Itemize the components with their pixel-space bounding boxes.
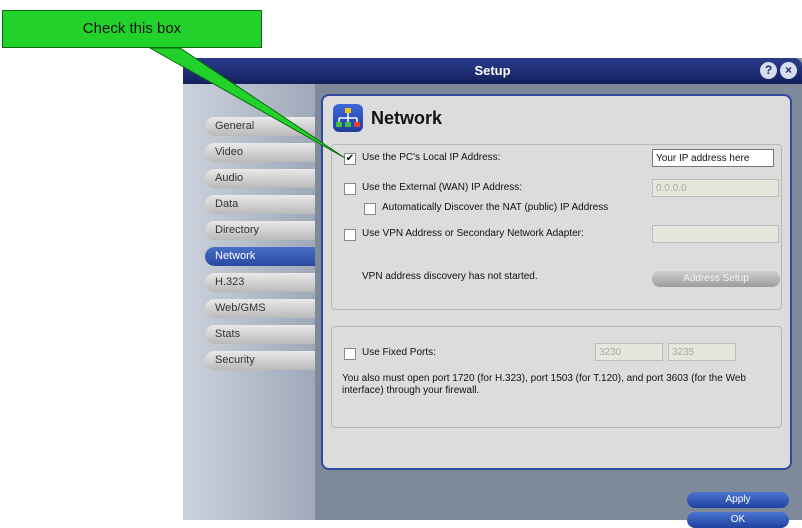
callout-arrow (148, 47, 346, 159)
callout-label: Check this box (2, 10, 262, 48)
